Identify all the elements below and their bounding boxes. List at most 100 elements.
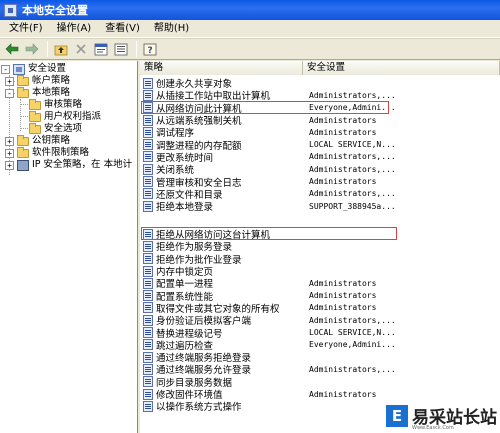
menu-help[interactable]: 帮助(H)	[147, 21, 196, 37]
collapse-toggle[interactable]: -	[1, 64, 10, 74]
forward-icon	[25, 43, 39, 55]
list-item[interactable]: 替换进程级记号 LOCAL SERVICE,N...	[140, 326, 500, 340]
tree-item-security-settings[interactable]: - 安全设置	[1, 63, 66, 75]
folder-icon	[17, 134, 29, 146]
tree-item-label: 软件限制策略	[32, 147, 90, 158]
list-item[interactable]: 身份验证后模拟客户端 Administrators,...	[140, 314, 500, 327]
forward-button[interactable]	[23, 40, 41, 58]
list-item[interactable]: 关闭系统 Administrators,...	[140, 163, 500, 176]
list-item[interactable]: 更改系统时间 Administrators,...	[140, 151, 500, 164]
folder-icon	[17, 146, 29, 158]
tree-item-label: 本地策略	[32, 87, 71, 98]
list-item[interactable]: 调试程序 Administrators	[140, 126, 500, 139]
policy-icon	[143, 253, 153, 265]
list-item[interactable]: 配置单一进程 Administrators	[140, 277, 500, 290]
list-item[interactable]: 跳过遍历检查 Everyone,Admini...	[140, 339, 500, 352]
list-item[interactable]: 拒绝作为批作业登录	[140, 253, 500, 266]
folder-icon	[29, 122, 41, 134]
export-list-button[interactable]	[112, 40, 130, 58]
list-item[interactable]: 从插接工作站中取出计算机 Administrators,...	[140, 89, 500, 102]
tree-item-label: 用户权利指派	[44, 111, 102, 122]
policy-icon	[143, 290, 153, 302]
list-item[interactable]: 同步目录服务数据	[140, 376, 500, 389]
list-item[interactable]: 拒绝作为服务登录	[140, 240, 500, 253]
back-button[interactable]	[3, 40, 21, 58]
folder-icon	[29, 98, 41, 110]
highlight-box	[141, 227, 397, 240]
tree-pane[interactable]: - 安全设置 + 帐户策略 - 本地策略 审核策略 用户权利指派 安全选项 + …	[0, 61, 138, 433]
window-title: 本地安全设置	[22, 4, 88, 17]
expand-toggle[interactable]: +	[5, 160, 14, 170]
tree-item-account-policies[interactable]: + 帐户策略	[5, 74, 70, 87]
expand-toggle[interactable]: +	[5, 148, 14, 158]
list-item[interactable]: 取得文件或其它对象的所有权 Administrators	[140, 302, 500, 315]
column-header-security-setting[interactable]: 安全设置	[303, 61, 500, 75]
policy-setting: Administrators	[309, 303, 377, 313]
policy-icon	[143, 77, 153, 89]
policy-list[interactable]: 策略 安全设置 创建永久共享对象 从插接工作站中取出计算机 Administrat…	[140, 61, 500, 433]
policy-icon	[143, 126, 153, 138]
highlight-box	[141, 101, 389, 114]
list-item[interactable]: 创建永久共享对象	[140, 77, 500, 90]
menu-file[interactable]: 文件(F)	[2, 21, 50, 37]
properties-button[interactable]	[92, 40, 110, 58]
menu-view[interactable]: 查看(V)	[98, 21, 147, 37]
up-folder-button[interactable]	[52, 40, 70, 58]
list-item[interactable]: 调整进程的内存配额 LOCAL SERVICE,N...	[140, 139, 500, 152]
expand-toggle[interactable]: +	[5, 76, 14, 86]
help-button[interactable]: ?	[141, 40, 159, 58]
svg-text:?: ?	[148, 46, 153, 56]
computer-icon	[17, 159, 29, 171]
list-item[interactable]: 管理审核和安全日志 Administrators	[140, 175, 500, 189]
policy-name: 以操作系统方式操作	[156, 402, 242, 414]
watermark-logo: E	[386, 404, 408, 427]
list-item[interactable]: 拒绝本地登录 SUPPORT_388945a...	[140, 200, 500, 214]
column-header-policy[interactable]: 策略	[140, 61, 303, 75]
policy-icon	[143, 314, 153, 326]
title-bar[interactable]: 本地安全设置	[0, 0, 500, 20]
tree-item-user-rights-assignment[interactable]: 用户权利指派	[29, 110, 102, 123]
menu-action[interactable]: 操作(A)	[50, 21, 99, 37]
delete-button[interactable]	[72, 40, 90, 58]
export-list-icon	[114, 43, 128, 55]
policy-setting: Administrators	[309, 115, 377, 125]
list-item[interactable]: 通过终端服务允许登录 Administrators,...	[140, 363, 500, 376]
back-icon	[5, 43, 19, 55]
policy-setting: Administrators,...	[309, 189, 396, 199]
policy-icon	[143, 163, 153, 175]
policy-setting: Administrators,...	[309, 364, 396, 374]
tree-item-public-key-policies[interactable]: + 公钥策略	[5, 134, 71, 147]
list-item[interactable]: 从远端系统强制关机 Administrators	[140, 114, 500, 127]
policy-icon	[143, 139, 153, 151]
policy-icon	[143, 176, 153, 188]
tree-item-security-options[interactable]: 安全选项	[29, 122, 82, 135]
policy-setting: Administrators,...	[309, 315, 396, 325]
list-item[interactable]: 通过终端服务拒绝登录	[140, 351, 500, 364]
delete-icon	[76, 44, 86, 54]
tree-item-label: 公钥策略	[32, 135, 71, 146]
tree-item-audit-policy[interactable]: 审核策略	[29, 98, 82, 111]
policy-icon	[143, 265, 153, 277]
tree-item-label: IP 安全策略，在 本地计	[32, 159, 133, 170]
tree-item-local-policies[interactable]: - 本地策略	[5, 86, 71, 99]
policy-name: 拒绝本地登录	[156, 202, 214, 214]
list-item[interactable]: 内存中锁定页	[140, 265, 500, 278]
expand-toggle[interactable]: +	[5, 136, 14, 146]
help-icon: ?	[143, 43, 157, 56]
menu-bar: 文件(F) 操作(A) 查看(V) 帮助(H)	[0, 20, 500, 38]
policy-setting: Administrators,...	[309, 152, 396, 162]
policy-icon	[143, 151, 153, 163]
policy-setting: Administrators	[309, 177, 377, 187]
policy-icon	[143, 200, 153, 212]
tree-item-software-restriction[interactable]: + 软件限制策略	[5, 146, 90, 159]
policy-setting: Administrators	[309, 291, 377, 301]
list-item[interactable]: 还原文件和目录 Administrators,...	[140, 188, 500, 201]
collapse-toggle[interactable]: -	[5, 88, 14, 98]
list-item[interactable]: 配置系统性能 Administrators	[140, 290, 500, 303]
policy-icon	[143, 363, 153, 375]
tree-item-ip-security[interactable]: + IP 安全策略，在 本地计	[5, 159, 132, 171]
properties-icon	[94, 43, 108, 55]
policy-setting: Administrators,...	[309, 90, 396, 100]
up-folder-icon	[54, 45, 68, 55]
policy-icon	[143, 188, 153, 200]
